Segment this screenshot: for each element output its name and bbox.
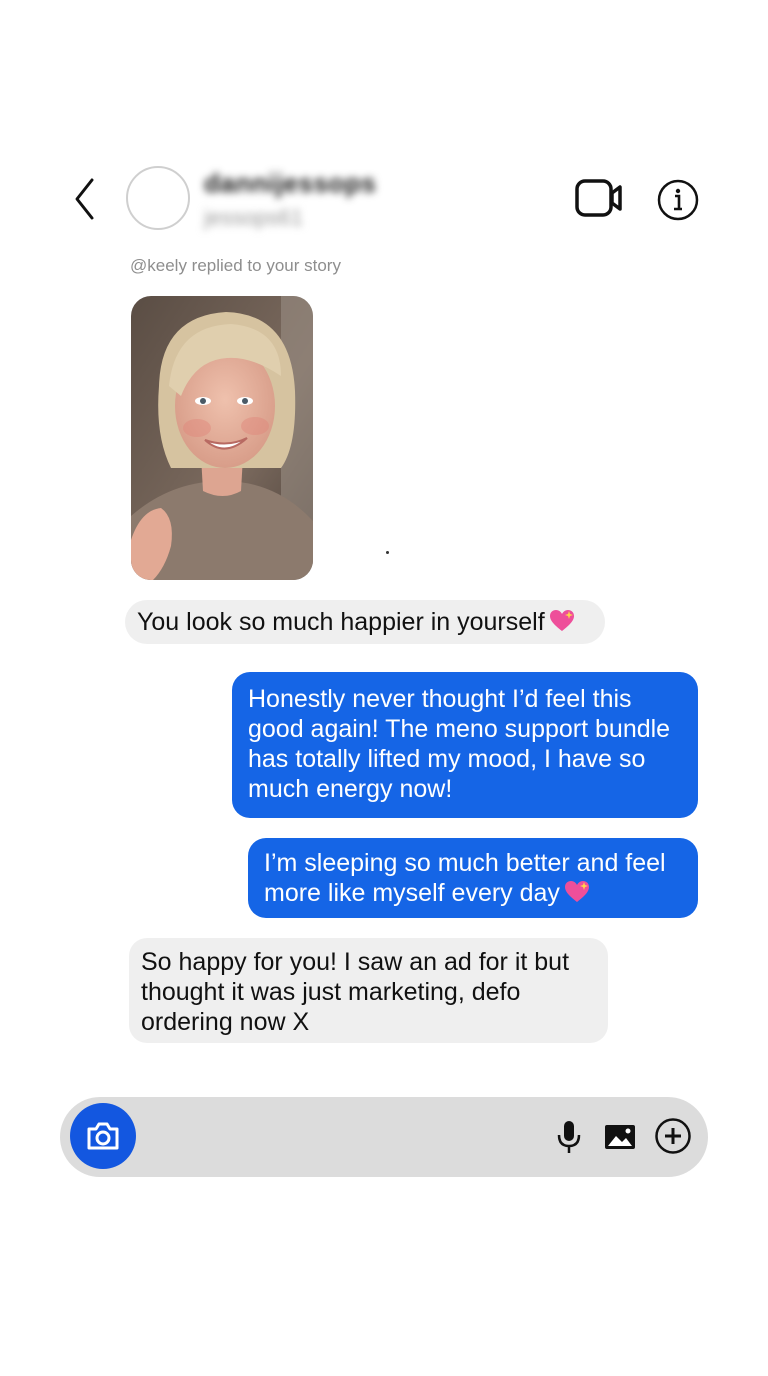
message-bubble-incoming[interactable]: So happy for you! I saw an ad for it but… [129,938,608,1043]
message-text: I’m sleeping so much better and feel mor… [264,849,666,907]
message-text: You look so much happier in yourself [137,608,545,636]
video-call-button[interactable] [574,178,624,220]
plus-button[interactable] [654,1117,692,1155]
camera-icon [87,1122,119,1150]
chevron-left-icon [75,178,94,220]
message-text: So happy for you! I saw an ad for it but… [141,948,570,1036]
message-bubble-incoming[interactable]: You look so much happier in yourself [125,600,605,644]
story-thumbnail[interactable] [131,296,313,580]
story-photo [131,296,313,580]
contact-username: jessops61 [204,205,304,230]
back-button[interactable] [66,174,106,224]
microphone-icon [557,1121,581,1153]
avatar[interactable] [126,166,190,230]
chat-header: dannijessops jessops61 [0,160,768,240]
stray-dot [386,551,389,554]
microphone-button[interactable] [554,1119,584,1155]
gallery-button[interactable] [603,1123,637,1151]
sparkling-heart-icon [549,609,575,633]
contact-name-block[interactable]: dannijessops jessops61 [204,168,376,231]
contact-display-name: dannijessops [204,168,377,198]
story-reply-label: @keely replied to your story [130,256,341,275]
info-icon [657,179,699,221]
camera-button[interactable] [70,1103,136,1169]
video-camera-icon [575,179,622,217]
sparkling-heart-icon [564,880,590,904]
info-button[interactable] [656,178,700,222]
message-bubble-outgoing[interactable]: Honestly never thought I’d feel this goo… [232,672,698,818]
message-composer[interactable] [60,1097,708,1177]
plus-circle-icon [655,1118,691,1154]
message-bubble-outgoing[interactable]: I’m sleeping so much better and feel mor… [248,838,698,918]
gallery-icon [605,1125,635,1149]
message-text: Honestly never thought I’d feel this goo… [248,685,671,803]
